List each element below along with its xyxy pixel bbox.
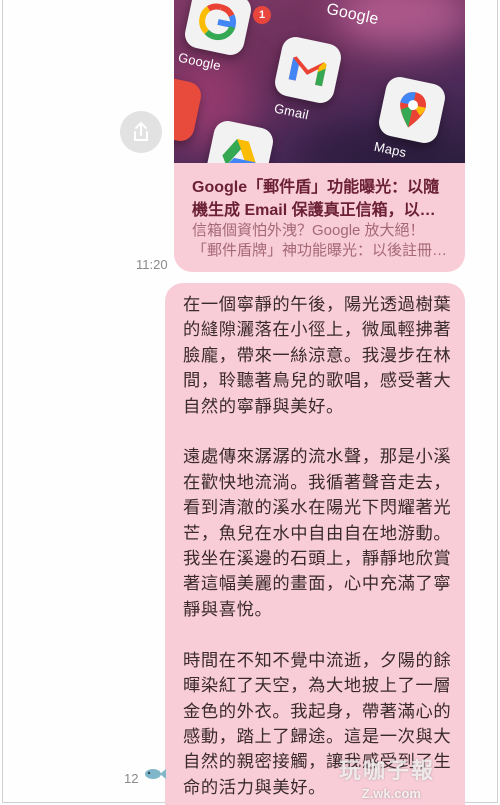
- maps-pin-icon: [400, 92, 427, 128]
- watermark-text: 玩咖子報: [338, 758, 435, 783]
- share-icon: [134, 122, 148, 141]
- link-preview-card[interactable]: Google 1 Google Gmail Maps Google「郵件盾」功能…: [174, 0, 465, 272]
- drive-icon: [222, 139, 256, 163]
- message-timestamp: 11:20: [136, 257, 168, 272]
- message-bubble[interactable]: 在一個寧靜的午後，陽光透過樹葉的縫隙灑落在小徑上，微風輕拂著臉龐，帶來一絲涼意。…: [165, 283, 465, 805]
- link-preview-title: Google「郵件盾」功能曝光：以隨機生成 Email 保護真正信箱，以…: [192, 179, 440, 219]
- fish-watermark-icon: [145, 769, 166, 779]
- app-label-gmail: Gmail: [272, 100, 311, 123]
- message-timestamp: 12: [124, 771, 139, 786]
- link-preview-description: 信箱個資怕外洩？Google 放大絕！ 「郵件盾牌」神功能曝光：以後註冊…: [192, 221, 454, 261]
- watermark-url: Z.wk.com: [361, 786, 421, 801]
- share-button[interactable]: [120, 111, 162, 153]
- maps-app-tile: [376, 74, 448, 146]
- message-text: 在一個寧靜的午後，陽光透過樹葉的縫隙灑落在小徑上，微風輕拂著臉龐，帶來一絲涼意。…: [183, 295, 452, 798]
- gmail-icon: [288, 56, 327, 87]
- link-preview-desc-line-1: 信箱個資怕外洩？Google 放大絕！: [192, 222, 425, 239]
- notification-badge: 1: [253, 6, 271, 24]
- google-g-icon: [199, 3, 236, 41]
- google-app-tile: [182, 0, 254, 58]
- link-preview-desc-line-2: 「郵件盾牌」神功能曝光：以後註冊…: [192, 242, 448, 259]
- link-preview-thumbnail: Google 1 Google Gmail Maps: [174, 0, 465, 163]
- gmail-app-tile: [272, 34, 344, 106]
